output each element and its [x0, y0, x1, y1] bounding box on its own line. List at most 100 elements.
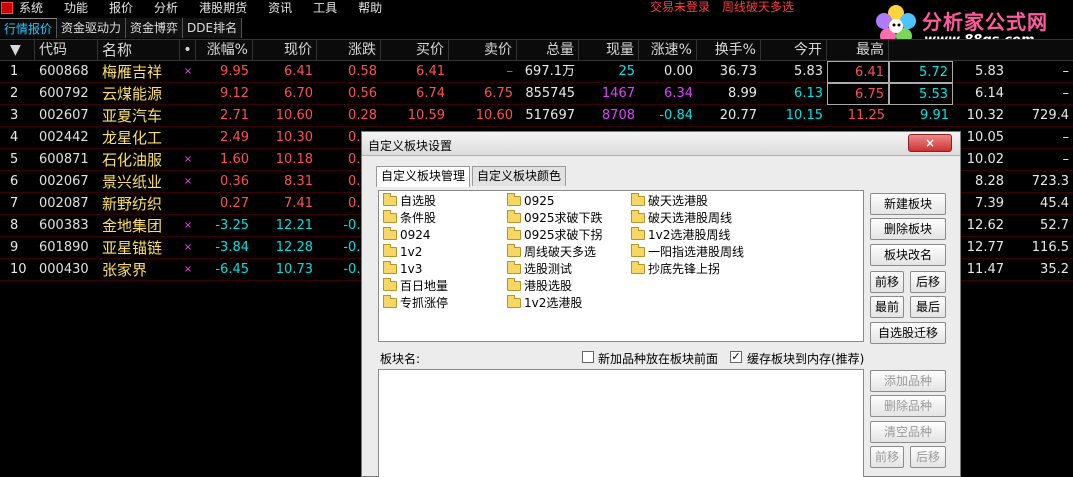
- col-change-pct[interactable]: 涨幅%: [196, 39, 253, 61]
- block-folder-item[interactable]: 0925: [507, 193, 555, 209]
- new-block-button[interactable]: 新建板块: [870, 193, 946, 215]
- block-items-list[interactable]: [378, 369, 864, 477]
- new-front-checkbox[interactable]: [582, 351, 594, 363]
- move-up-button[interactable]: 前移: [870, 271, 904, 293]
- block-list[interactable]: 自选股条件股 0924 1v2 1v3 百日地量专抓涨停 0925 0925求破下跌 0925…: [378, 190, 864, 342]
- menu-item-tools[interactable]: 工具: [313, 1, 337, 15]
- tab-dde-rank[interactable]: DDE排名: [183, 18, 243, 38]
- cell-chg-pct: 0.27: [220, 195, 249, 211]
- cell-idx: 6: [10, 173, 19, 189]
- block-folder-item[interactable]: 0924: [383, 227, 431, 243]
- active-strategy-label[interactable]: 周线破天多选: [722, 0, 794, 14]
- block-folder-item[interactable]: 选股测试: [507, 261, 572, 277]
- block-folder-item[interactable]: 条件股: [383, 210, 436, 226]
- folder-icon: [631, 193, 645, 206]
- tab-block-management[interactable]: 自定义板块管理: [376, 166, 471, 187]
- block-folder-item[interactable]: 0925求破下拐: [507, 227, 603, 243]
- move-first-button[interactable]: 最前: [870, 296, 904, 318]
- block-folder-label: 百日地量: [400, 279, 449, 293]
- close-button[interactable]: ×: [908, 134, 952, 152]
- col-flag[interactable]: •: [180, 39, 196, 61]
- menu-item-help[interactable]: 帮助: [358, 1, 382, 15]
- block-folder-item[interactable]: 1v2选港股: [507, 295, 582, 311]
- table-row[interactable]: 1 600868 梅雁吉祥 × 9.95 6.41 0.58 6.41–697.1万 25 0.0…: [0, 60, 1073, 83]
- col-open[interactable]: 今开: [761, 39, 827, 61]
- cell-flag: ×: [183, 175, 193, 187]
- block-folder-item[interactable]: 0925求破下跌: [507, 210, 603, 226]
- block-folder-item[interactable]: 1v3: [383, 261, 422, 277]
- clear-items-button[interactable]: 清空品种: [870, 421, 946, 443]
- block-folder-item[interactable]: 破天选港股: [631, 193, 708, 209]
- table-row[interactable]: 3 002607 亚夏汽车 2.71 10.60 0.28 10.59 10.60 517697…: [0, 105, 1073, 127]
- menu-item-analysis[interactable]: 分析: [154, 1, 178, 15]
- col-bid[interactable]: 买价: [381, 39, 449, 61]
- col-name[interactable]: 名称: [98, 39, 180, 61]
- cell-open: 10.15: [785, 107, 823, 123]
- col-turnover[interactable]: 换手%: [697, 39, 761, 61]
- tab-block-color[interactable]: 自定义板块颜色: [472, 166, 567, 186]
- col-ask[interactable]: 卖价: [449, 39, 517, 61]
- add-item-button[interactable]: 添加品种: [870, 370, 946, 392]
- menu-item-quote[interactable]: 报价: [109, 1, 133, 15]
- col-code[interactable]: 代码: [35, 39, 98, 61]
- table-header: ▼ 代码 名称 • 涨幅% 现价 涨跌 买价 卖价 总量 现量 涨速% 换手% …: [0, 39, 1073, 61]
- cell-cur-vol: 1467: [601, 85, 635, 101]
- cell-idx: 9: [10, 239, 19, 255]
- menu-item-hk-futures[interactable]: 港股期货: [199, 1, 247, 15]
- cell-name: 云煤能源: [102, 84, 163, 103]
- block-folder-item[interactable]: 1v2选港股周线: [631, 227, 730, 243]
- col-current-volume[interactable]: 现量: [579, 39, 639, 61]
- col-price[interactable]: 现价: [253, 39, 317, 61]
- cache-label[interactable]: 缓存板块到内存(推荐): [747, 350, 864, 367]
- menu-item-news[interactable]: 资讯: [268, 1, 292, 15]
- new-front-label[interactable]: 新加品种放在板块前面: [598, 350, 718, 367]
- rename-block-button[interactable]: 板块改名: [870, 244, 946, 266]
- tab-quotes[interactable]: 行情报价: [0, 18, 58, 38]
- move-last-button[interactable]: 最后: [910, 296, 946, 318]
- cell-extra2: 52.7: [1040, 217, 1069, 233]
- block-folder-item[interactable]: 一阳指选港股周线: [631, 244, 744, 260]
- block-folder-item[interactable]: 自选股: [383, 193, 436, 209]
- block-folder-item[interactable]: 抄底先锋上拐: [631, 261, 720, 277]
- item-move-down-button[interactable]: 后移: [910, 446, 946, 468]
- folder-icon: [383, 210, 397, 223]
- block-folder-item[interactable]: 周线破天多选: [507, 244, 596, 260]
- menu-item-system[interactable]: 系统: [19, 1, 43, 15]
- close-icon: ×: [924, 136, 936, 150]
- folder-icon: [383, 227, 397, 240]
- dialog-title: 自定义板块设置: [368, 139, 453, 153]
- cell-idx: 2: [10, 85, 19, 101]
- cell-vol: 517697: [525, 107, 575, 123]
- col-high[interactable]: 最高: [827, 39, 889, 61]
- cell-name: 新野纺织: [102, 194, 163, 213]
- table-row[interactable]: 2 600792 云煤能源 9.12 6.70 0.56 6.74 6.75 855745 146…: [0, 82, 1073, 105]
- block-folder-item[interactable]: 专抓涨停: [383, 295, 448, 311]
- cell-idx: 10: [10, 261, 27, 277]
- cell-code: 600868: [39, 63, 89, 79]
- tab-capital-game[interactable]: 资金博弈: [126, 18, 184, 38]
- cell-code: 002087: [39, 195, 89, 211]
- dialog-titlebar[interactable]: 自定义板块设置 ×: [362, 132, 960, 156]
- folder-icon: [383, 193, 397, 206]
- item-move-up-button[interactable]: 前移: [870, 446, 904, 468]
- block-folder-label: 1v2选港股: [524, 296, 583, 310]
- trade-login-status[interactable]: 交易未登录: [650, 0, 710, 14]
- block-folder-item[interactable]: 1v2: [383, 244, 422, 260]
- block-folder-label: 条件股: [400, 211, 437, 225]
- block-folder-item[interactable]: 破天选港股周线: [631, 210, 732, 226]
- delete-block-button[interactable]: 删除板块: [870, 218, 946, 240]
- col-speed[interactable]: 涨速%: [639, 39, 697, 61]
- block-folder-item[interactable]: 百日地量: [383, 278, 448, 294]
- move-down-button[interactable]: 后移: [910, 271, 946, 293]
- menu-item-function[interactable]: 功能: [64, 1, 88, 15]
- migrate-watchlist-button[interactable]: 自选股迁移: [870, 322, 946, 344]
- sort-toggle[interactable]: ▼: [0, 39, 35, 61]
- block-folder-label: 1v2选港股周线: [648, 228, 731, 242]
- col-change[interactable]: 涨跌: [317, 39, 381, 61]
- tab-capital-drive[interactable]: 资金驱动力: [57, 18, 127, 38]
- cache-checkbox[interactable]: ✓: [730, 351, 742, 363]
- block-folder-item[interactable]: 港股选股: [507, 278, 572, 294]
- delete-item-button[interactable]: 删除品种: [870, 395, 946, 417]
- block-folder-label: 0924: [400, 228, 431, 242]
- col-volume[interactable]: 总量: [517, 39, 579, 61]
